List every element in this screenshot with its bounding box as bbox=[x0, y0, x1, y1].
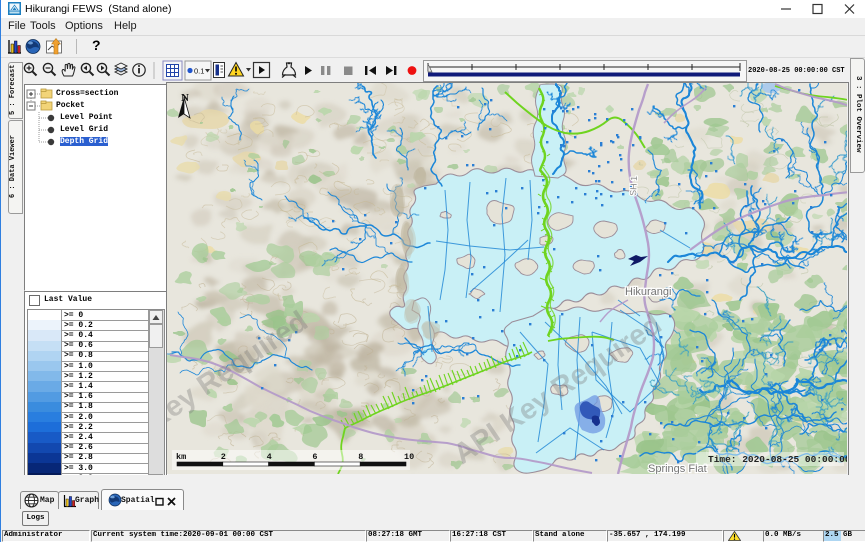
svg-text:10: 10 bbox=[404, 452, 414, 462]
svg-text:0.1: 0.1 bbox=[194, 67, 204, 76]
svg-text:Hikurangi: Hikurangi bbox=[625, 286, 671, 298]
svg-text:SH 1: SH 1 bbox=[628, 176, 639, 197]
svg-text:8: 8 bbox=[358, 452, 363, 462]
svg-text:km: km bbox=[176, 452, 186, 462]
svg-text:6: 6 bbox=[312, 452, 317, 462]
svg-text:Time: 2020-08-25 00:00:00 CST: Time: 2020-08-25 00:00:00 CST bbox=[708, 454, 847, 465]
svg-text:4: 4 bbox=[267, 452, 272, 462]
svg-text:2: 2 bbox=[221, 452, 226, 462]
